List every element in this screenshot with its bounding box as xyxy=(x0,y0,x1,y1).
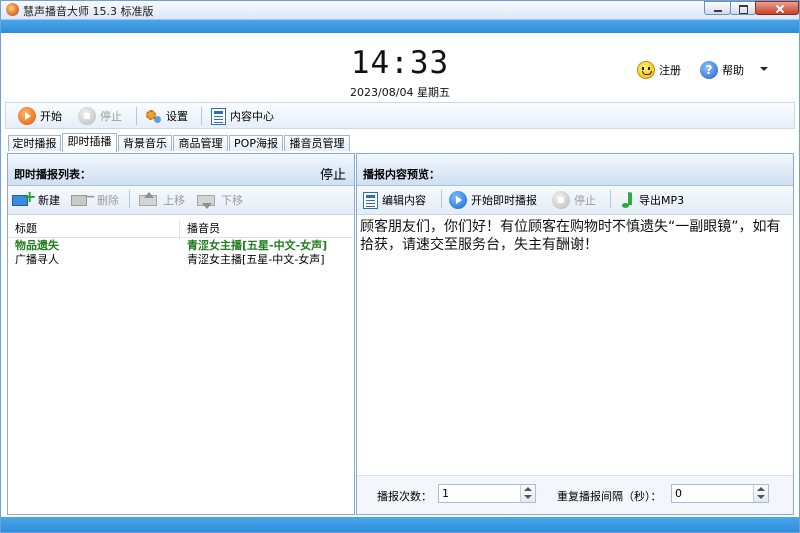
list-item[interactable]: 广播寻人 青涩女主播[五星-中文-女声] xyxy=(9,253,353,267)
list-item[interactable]: 物品遗失 青涩女主播[五星-中文-女声] xyxy=(9,239,353,253)
gear-icon xyxy=(144,107,162,125)
status-text: 停止 xyxy=(319,168,346,183)
panel-header: 播报内容预览： xyxy=(357,154,793,186)
interval-stepper[interactable]: 0 xyxy=(671,484,769,503)
item-announcer: 青涩女主播[五星-中文-女声] xyxy=(187,253,325,266)
preview-panel: 播报内容预览： 编辑内容 开始即时播报 停止 导出MP3 顾客朋友们，你们好！有… xyxy=(356,153,794,515)
move-down-icon xyxy=(197,192,217,209)
list-header: 标题 播音员 xyxy=(9,220,353,241)
register-button[interactable]: 注册 xyxy=(637,60,681,80)
app-window: 慧声播音大师 15.3 标准版 14:33 2023/08/04 星期五 注册 … xyxy=(0,0,800,533)
preview-toolbar: 编辑内容 开始即时播报 停止 导出MP3 xyxy=(357,186,793,215)
start-instant-button[interactable]: 开始即时播报 xyxy=(449,190,537,210)
smiley-icon xyxy=(637,61,655,79)
move-down-label: 下移 xyxy=(221,194,243,207)
delete-button[interactable]: 删除 xyxy=(71,189,119,210)
repeat-count-label: 播报次数： xyxy=(377,490,432,503)
toolbar-divider xyxy=(610,190,611,208)
toolbar-divider xyxy=(129,190,130,208)
column-divider[interactable] xyxy=(179,220,180,241)
move-down-button[interactable]: 下移 xyxy=(197,190,243,210)
repeat-count-stepper[interactable]: 1 xyxy=(438,484,536,503)
move-up-icon xyxy=(139,192,159,208)
tab-products[interactable]: 商品管理 xyxy=(173,135,228,151)
panel-title: 播报内容预览： xyxy=(363,168,440,181)
panel-title: 即时播报列表： xyxy=(14,168,91,181)
interval-value: 0 xyxy=(675,487,682,500)
panel-header: 即时播报列表： 停止 xyxy=(8,154,354,186)
remove-item-icon xyxy=(71,189,96,208)
window-title: 慧声播音大师 15.3 标准版 xyxy=(23,5,154,18)
content-center-button[interactable]: 内容中心 xyxy=(211,106,274,126)
play-icon xyxy=(18,107,36,125)
toolbar-divider xyxy=(201,107,202,125)
export-mp3-label: 导出MP3 xyxy=(639,194,685,207)
move-up-button[interactable]: 上移 xyxy=(139,190,185,210)
close-button[interactable] xyxy=(755,1,799,15)
help-label: 帮助 xyxy=(722,64,744,77)
interval-label: 重复播报间隔（秒）： xyxy=(557,490,662,503)
stop-icon xyxy=(78,107,96,125)
edit-content-button[interactable]: 编辑内容 xyxy=(363,190,426,210)
new-button[interactable]: 新建 xyxy=(12,187,60,210)
edit-content-label: 编辑内容 xyxy=(382,194,426,207)
help-icon: ? xyxy=(700,61,718,79)
start-instant-label: 开始即时播报 xyxy=(471,194,537,207)
help-button[interactable]: ? 帮助 xyxy=(700,60,744,80)
bottom-status-strip xyxy=(1,517,799,532)
toolbar-divider xyxy=(441,190,442,208)
chevron-down-icon[interactable] xyxy=(760,67,768,71)
content-center-label: 内容中心 xyxy=(230,110,274,123)
register-label: 注册 xyxy=(659,64,681,77)
start-label: 开始 xyxy=(40,110,62,123)
music-note-icon xyxy=(619,191,635,209)
stop-instant-label: 停止 xyxy=(574,194,596,207)
item-title: 物品遗失 xyxy=(15,239,59,252)
settings-label: 设置 xyxy=(166,110,188,123)
stepper-arrows-icon[interactable] xyxy=(753,485,768,502)
stop-instant-button[interactable]: 停止 xyxy=(552,190,596,210)
document-icon xyxy=(363,191,378,209)
repeat-settings-bar: 播报次数： 1 重复播报间隔（秒）： 0 xyxy=(357,475,793,514)
app-logo-icon xyxy=(6,3,19,16)
add-item-icon xyxy=(12,187,36,208)
settings-button[interactable]: 设置 xyxy=(144,106,188,126)
title-bar[interactable]: 慧声播音大师 15.3 标准版 xyxy=(1,1,799,20)
delete-label: 删除 xyxy=(97,194,119,207)
move-up-label: 上移 xyxy=(163,194,185,207)
tab-announcers[interactable]: 播音员管理 xyxy=(284,135,350,151)
stop-icon xyxy=(552,191,570,209)
instant-list: 标题 播音员 物品遗失 青涩女主播[五星-中文-女声] 广播寻人 青涩女主播[五… xyxy=(9,216,353,513)
stepper-arrows-icon[interactable] xyxy=(520,485,535,502)
main-toolbar: 开始 停止 设置 内容中心 xyxy=(5,102,795,129)
minimize-button[interactable] xyxy=(704,1,731,15)
clock-header: 14:33 2023/08/04 星期五 注册 ? 帮助 xyxy=(1,33,799,99)
document-icon xyxy=(211,107,226,125)
stop-button[interactable]: 停止 xyxy=(78,106,122,126)
maximize-button[interactable] xyxy=(730,1,756,15)
column-header-title[interactable]: 标题 xyxy=(15,220,37,236)
instant-list-panel: 即时播报列表： 停止 新建 删除 上移 下移 标题 xyxy=(7,153,355,515)
preview-text[interactable]: 顾客朋友们，你们好！有位顾客在购物时不慎遗失“一副眼镜”，如有拾获，请速交至服务… xyxy=(358,216,792,474)
tab-scheduled[interactable]: 定时播报 xyxy=(8,135,61,151)
repeat-count-value: 1 xyxy=(442,487,449,500)
new-label: 新建 xyxy=(38,194,60,207)
top-accent-strip xyxy=(1,20,799,33)
start-button[interactable]: 开始 xyxy=(18,106,62,126)
item-title: 广播寻人 xyxy=(15,253,59,266)
tab-instant[interactable]: 即时插播 xyxy=(62,133,117,152)
list-toolbar: 新建 删除 上移 下移 xyxy=(8,186,354,215)
column-header-announcer[interactable]: 播音员 xyxy=(187,220,220,236)
stop-label: 停止 xyxy=(100,110,122,123)
tab-pop-poster[interactable]: POP海报 xyxy=(229,135,283,151)
clock-date: 2023/08/04 星期五 xyxy=(350,86,450,99)
export-mp3-button[interactable]: 导出MP3 xyxy=(619,190,684,210)
toolbar-divider xyxy=(136,107,137,125)
item-announcer: 青涩女主播[五星-中文-女声] xyxy=(187,239,328,252)
tab-background-music[interactable]: 背景音乐 xyxy=(118,135,172,151)
play-icon xyxy=(449,191,467,209)
